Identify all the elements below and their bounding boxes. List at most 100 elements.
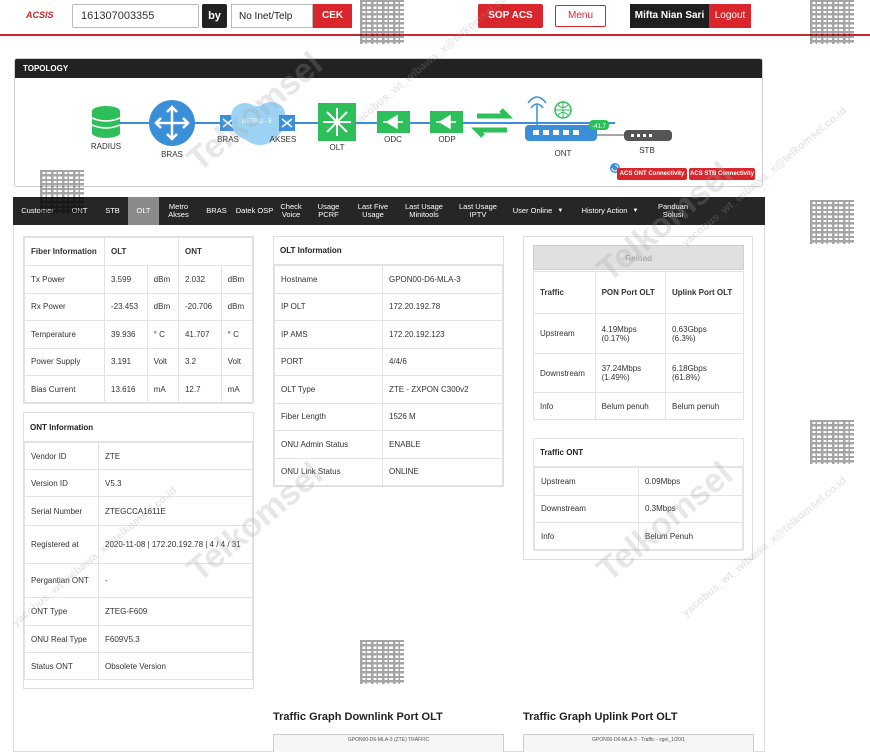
tab-ont[interactable]: ONT xyxy=(62,197,97,225)
by-button[interactable]: by xyxy=(202,4,227,28)
downlink-graph-caption: GPON00-D6-MLA-3 (ZTE) TRAFFIC xyxy=(347,737,430,743)
traffic-row: Upstream 4.19Mbps (0.17%) 0.63Gbps (6.3%) xyxy=(533,313,744,354)
fiber-row: Bias Current 13.616 mA 12.7 mA xyxy=(24,375,254,404)
tab-customer[interactable]: Customer xyxy=(13,197,62,225)
uplink-graph: GPON00-D6-MLA-3 - Traffic - xgei_1/20/1 xyxy=(523,734,754,752)
traffic-ont-row: Info Belum Penuh xyxy=(534,522,743,551)
ont-info-value: ZTE xyxy=(98,442,253,470)
traffic-pon-header: PON Port OLT xyxy=(594,271,667,314)
traffic-label: Info xyxy=(533,392,596,420)
radius-icon xyxy=(91,106,121,138)
ont-info-table: Vendor ID ZTE Version ID V5.3 Serial Number Z… xyxy=(24,442,253,680)
tab-datek-osp[interactable]: Datek OSP xyxy=(235,197,274,225)
tab-panduan-solusi[interactable]: Panduan Solusi xyxy=(649,197,697,225)
ont-info-value: ZTEG-F609 xyxy=(98,597,253,626)
label-odp: ODP xyxy=(438,135,456,144)
fiber-ont-unit: mA xyxy=(220,375,254,404)
traffic-uplink-percent: (61.8%) xyxy=(672,373,701,382)
fiber-olt-value: 3.599 xyxy=(104,265,148,294)
traffic-uplink-percent: (6.3%) xyxy=(672,333,696,343)
traffic-uplink-cell: Belum penuh xyxy=(665,392,744,420)
tab-bras[interactable]: BRAS xyxy=(198,197,235,225)
olt-info-value: ONLINE xyxy=(382,457,503,486)
fiber-ont-unit: ° C xyxy=(220,320,254,349)
logout-button[interactable]: Logout xyxy=(709,4,751,28)
label-akses: AKSES xyxy=(269,135,297,144)
fiber-olt-unit: mA xyxy=(146,375,179,404)
fiber-ont-header: ONT xyxy=(177,237,254,266)
olt-info-row: IP OLT 172.20.192.78 xyxy=(274,292,503,321)
ont-info-row: ONU Real Type F609V5.3 xyxy=(24,625,253,653)
traffic-uplink-value: Belum penuh xyxy=(672,401,720,411)
tab-history-action[interactable]: History Action ▼ xyxy=(571,197,649,225)
traffic-table: Traffic PON Port OLT Uplink Port OLT Ups… xyxy=(533,271,744,420)
olt-info-row: Hostname GPON00-D6-MLA-3 xyxy=(274,265,503,294)
olt-info-label: PORT xyxy=(274,347,383,376)
ont-info-label: ONT Type xyxy=(24,597,99,626)
fiber-label: Rx Power xyxy=(24,292,105,321)
tab-last-five-usage[interactable]: Last Five Usage xyxy=(349,197,397,225)
reload-button[interactable]: Reload xyxy=(533,245,744,270)
olt-info-label: OLT Type xyxy=(274,375,383,404)
bras-router-icon xyxy=(149,100,195,146)
ont-info-label: Serial Number xyxy=(24,496,99,526)
olt-info-label: IP OLT xyxy=(274,292,383,321)
fiber-ont-unit: dBm xyxy=(220,292,254,321)
traffic-pon-percent: (1.49%) xyxy=(601,373,630,382)
fiber-row: Tx Power 3.599 dBm 2.032 dBm xyxy=(24,265,254,294)
uplink-graph-caption: GPON00-D6-MLA-3 - Traffic - xgei_1/20/1 xyxy=(592,737,685,743)
ont-info-value: Obsolete Version xyxy=(98,652,253,680)
ont-info-row: Status ONT Obsolete Version xyxy=(24,652,253,680)
tab-metro-akses[interactable]: Metro Akses xyxy=(159,197,198,225)
fiber-row: Power Supply 3.191 Volt 3.2 Volt xyxy=(24,347,254,376)
fiber-info-panel: Fiber Information OLT ONT Tx Power 3.599 d… xyxy=(23,236,254,404)
caret-down-icon: ▼ xyxy=(632,208,639,214)
fiber-label: Tx Power xyxy=(24,265,105,294)
fiber-ont-value: 12.7 xyxy=(177,375,222,404)
traffic-pon-value: 4.19Mbps xyxy=(601,324,637,334)
olt-icon xyxy=(318,103,356,141)
fiber-ont-value: 3.2 xyxy=(177,347,222,376)
sop-acs-button[interactable]: SOP ACS xyxy=(478,4,543,28)
ont-info-label: ONU Real Type xyxy=(24,625,99,653)
fiber-ont-value: 41.707 xyxy=(177,320,222,349)
menu-button[interactable]: Menu xyxy=(555,5,606,27)
olt-info-value: 172.20.192.78 xyxy=(382,292,503,321)
stb-icon xyxy=(624,130,672,141)
ont-info-row: Registered at 2020-11-08 | 172.20.192.78 … xyxy=(24,525,253,564)
tab-check-voice[interactable]: Check Voice xyxy=(274,197,308,225)
fiber-ont-unit: dBm xyxy=(220,265,254,294)
app-logo[interactable]: ACSIS xyxy=(26,10,54,20)
watermark-qr xyxy=(810,200,854,244)
olt-info-label: ONU Link Status xyxy=(274,457,383,486)
traffic-ont-title: Traffic ONT xyxy=(534,439,743,467)
traffic-ont-table: Upstream 0.09Mbps Downstream 0.3Mbps Info Bel… xyxy=(534,467,743,551)
label-stb: STB xyxy=(639,146,655,155)
tab-history-action-label: History Action xyxy=(581,206,628,215)
acs-ont-button[interactable]: ACS ONT Connectivity xyxy=(617,168,687,180)
acs-stb-button[interactable]: ACS STB Connectivity xyxy=(689,168,755,180)
uplink-graph-title: Traffic Graph Uplink Port OLT xyxy=(523,711,678,723)
fiber-olt-unit: ° C xyxy=(146,320,179,349)
ont-info-value: ZTEGCCA1611E xyxy=(98,496,253,526)
search-input[interactable]: 161307003355 xyxy=(72,4,199,28)
olt-info-label: ONU Admin Status xyxy=(274,430,383,459)
traffic-uplink-value: 6.18Gbps xyxy=(672,364,707,373)
ont-info-value: 2020-11-08 | 172.20.192.78 | 4 / 4 / 31 xyxy=(98,525,253,564)
search-type-select[interactable]: No Inet/Telp xyxy=(231,4,313,28)
cek-button[interactable]: CEK xyxy=(313,4,352,28)
topology-panel: TOPOLOGY -41.7 RADIUS BRAS BRAS METRO - … xyxy=(14,58,763,187)
tab-olt[interactable]: OLT xyxy=(128,197,159,225)
fiber-olt-unit: dBm xyxy=(146,265,179,294)
olt-info-panel: OLT Information Hostname GPON00-D6-MLA-3 I… xyxy=(273,236,504,487)
tab-bar: Customer ONT STB OLT Metro Akses BRAS Da… xyxy=(13,197,765,225)
tab-usage-pcrf[interactable]: Usage PCRF xyxy=(308,197,349,225)
olt-info-value: ZTE - ZXPON C300v2 xyxy=(382,375,503,404)
tab-stb[interactable]: STB xyxy=(97,197,128,225)
traffic-ont-value: 0.09Mbps xyxy=(638,467,743,496)
fiber-olt-value: 13.616 xyxy=(104,375,148,404)
traffic-pon-cell: 37.24Mbps (1.49%) xyxy=(594,353,667,393)
tab-last-usage-minitools[interactable]: Last Usage Minitools xyxy=(397,197,451,225)
tab-last-usage-iptv[interactable]: Last Usage IPTV xyxy=(451,197,505,225)
tab-user-online[interactable]: User Online ▼ xyxy=(505,197,571,225)
